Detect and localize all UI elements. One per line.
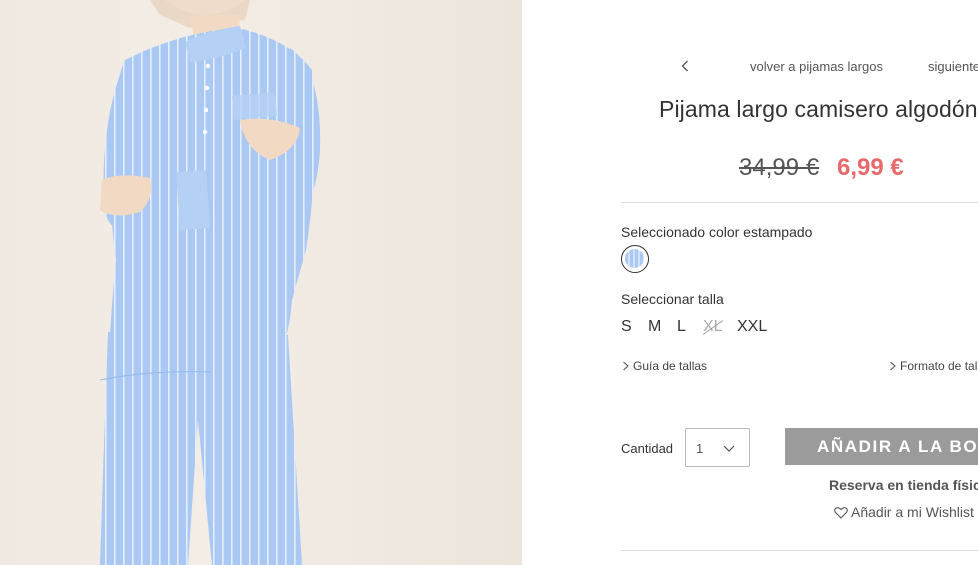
- striped-blue-swatch-icon: [625, 249, 644, 268]
- size-guide-link[interactable]: Guía de tallas: [621, 359, 707, 373]
- size-format-label: Formato de tallas: [900, 359, 978, 373]
- chevron-right-icon: [890, 361, 896, 371]
- size-option-s[interactable]: S: [621, 318, 632, 336]
- size-option-m[interactable]: M: [648, 318, 661, 336]
- pajama-model-illustration: [99, 0, 321, 565]
- chevron-right-icon: [623, 361, 629, 371]
- heart-icon: [834, 507, 848, 519]
- product-title: Pijama largo camisero algodón: [659, 96, 978, 122]
- original-price: 34,99 €: [739, 154, 820, 181]
- quantity-select[interactable]: 1: [685, 428, 750, 467]
- size-guide-label: Guía de tallas: [633, 359, 708, 373]
- color-label: Seleccionado color estampado: [621, 224, 813, 240]
- quantity-label: Cantidad: [621, 441, 674, 456]
- divider: [621, 202, 978, 203]
- chevron-left-icon: [681, 60, 688, 72]
- size-label: Seleccionar talla: [621, 291, 724, 307]
- add-to-wishlist-link[interactable]: Añadir a mi Wishlist: [834, 504, 974, 520]
- color-swatch-stripe[interactable]: [621, 245, 649, 273]
- size-option-xl-unavailable[interactable]: XL: [703, 318, 723, 336]
- chevron-down-icon: [723, 445, 735, 452]
- size-format-link[interactable]: Formato de tallas: [888, 359, 978, 373]
- wishlist-label: Añadir a mi Wishlist: [851, 504, 974, 520]
- add-to-bag-button[interactable]: AÑADIR A LA BOLSA: [785, 428, 978, 465]
- quantity-value: 1: [696, 441, 704, 456]
- next-product-link[interactable]: siguiente: [928, 59, 978, 74]
- back-to-category-link[interactable]: volver a pijamas largos: [750, 59, 883, 74]
- product-details-panel: volver a pijamas largos siguiente Pijama…: [522, 0, 978, 565]
- size-option-l[interactable]: L: [677, 318, 686, 336]
- size-option-xxl[interactable]: XXL: [737, 318, 767, 336]
- previous-product-button[interactable]: [675, 56, 695, 76]
- sale-price: 6,99 €: [837, 154, 904, 181]
- reserve-in-store-link[interactable]: Reserva en tienda física: [829, 477, 978, 493]
- divider: [621, 550, 978, 551]
- product-image: [0, 0, 522, 565]
